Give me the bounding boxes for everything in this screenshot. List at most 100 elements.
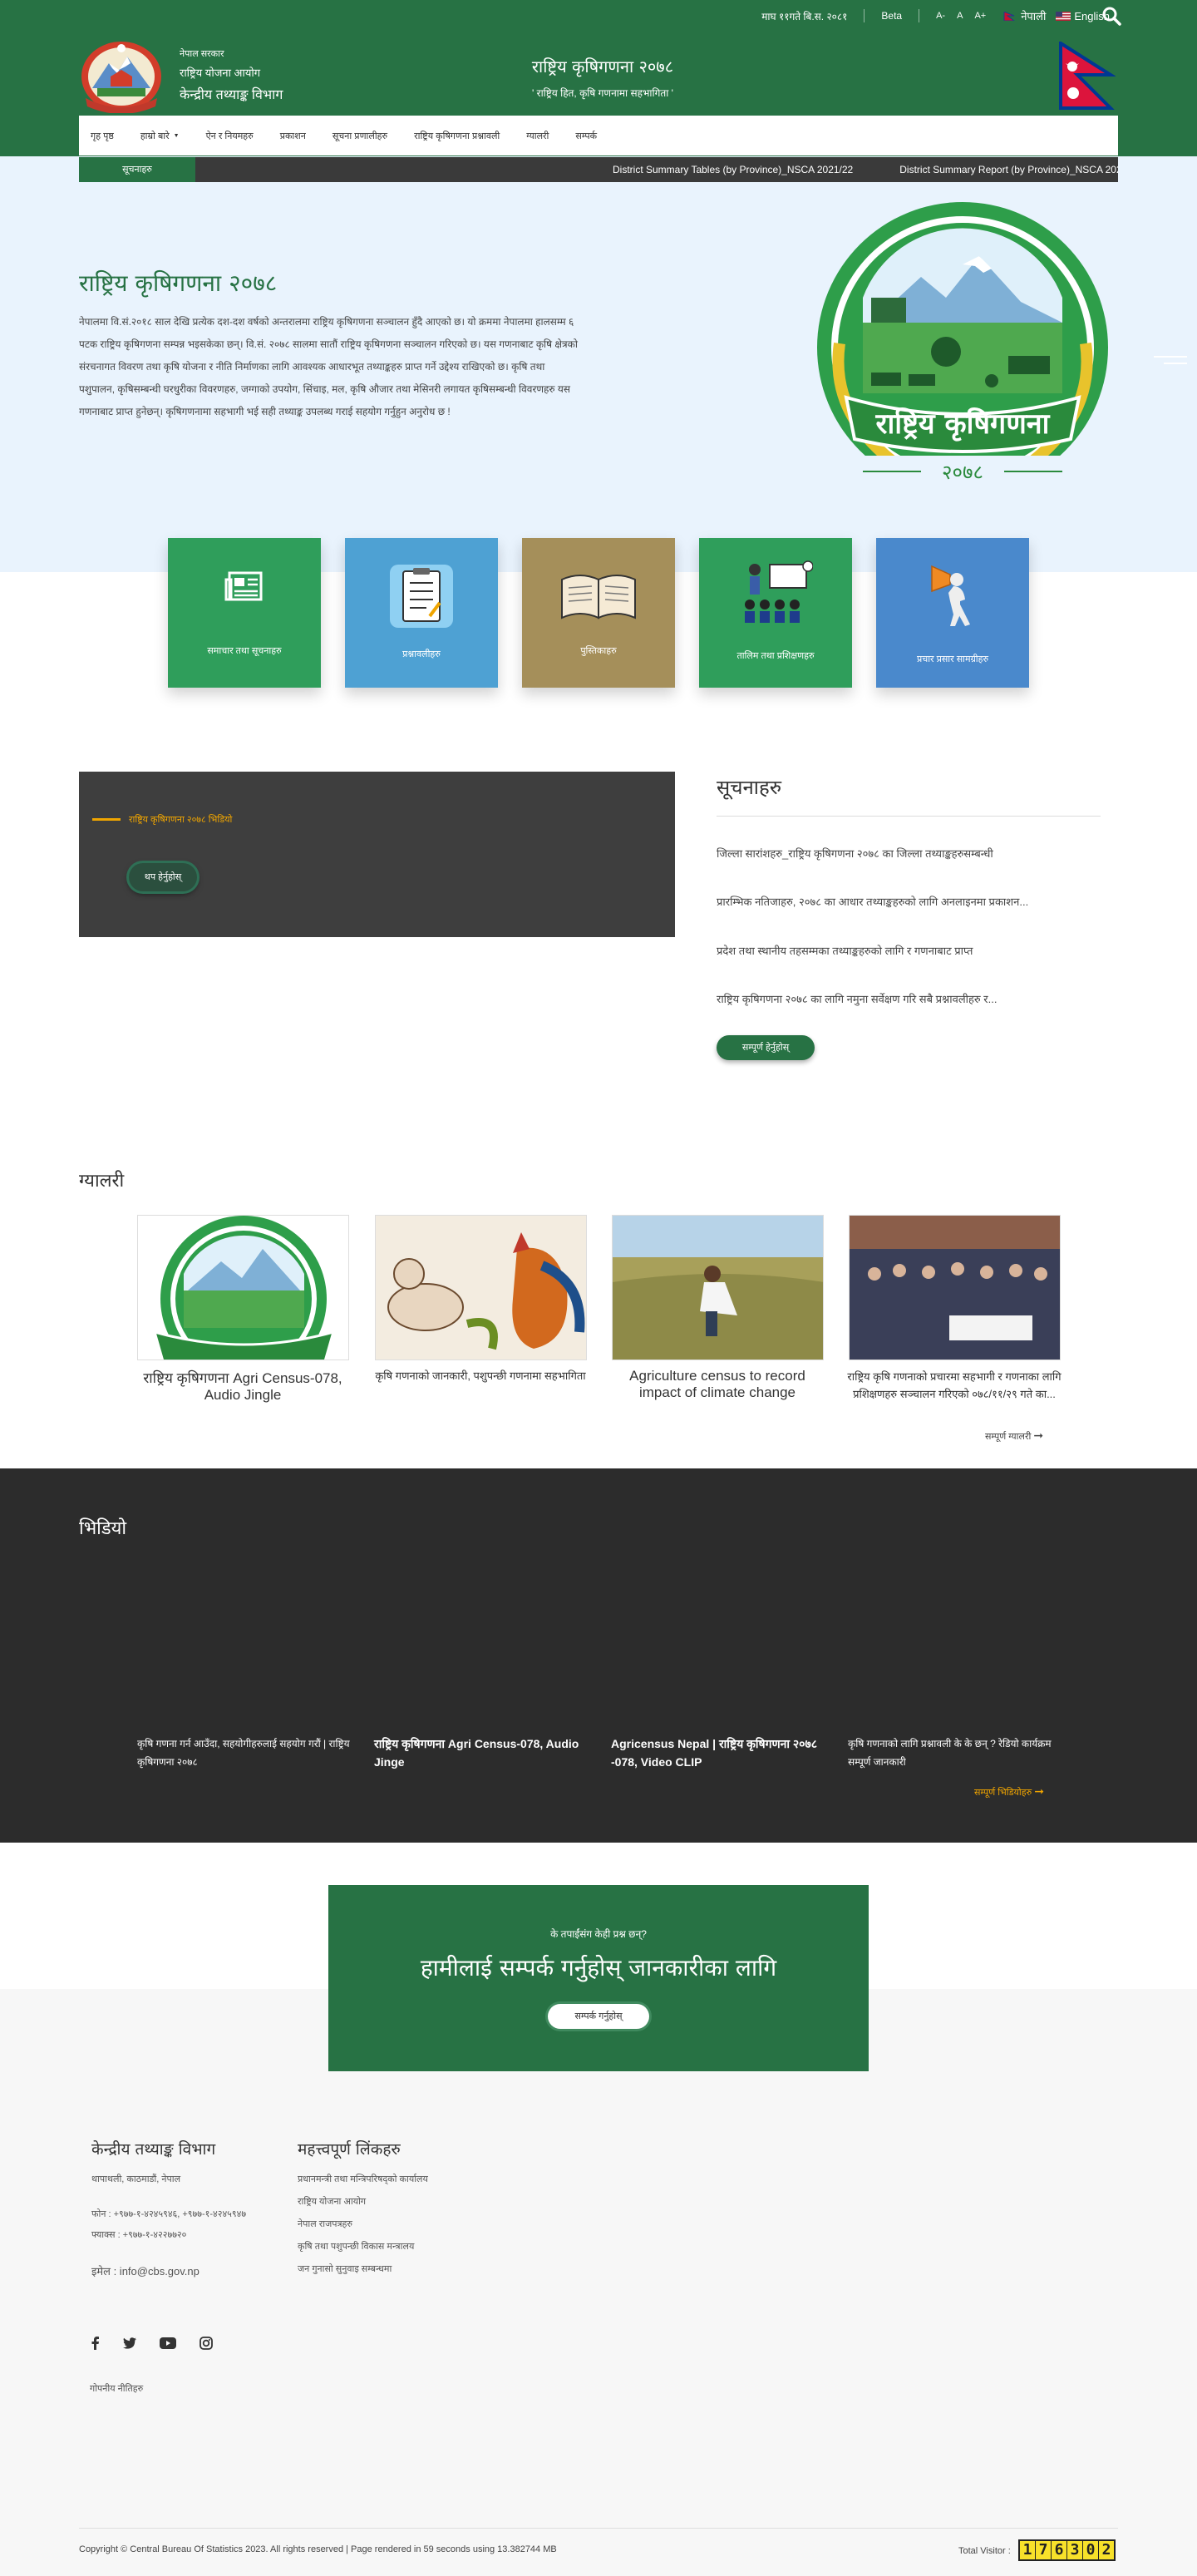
lang-nepali-button[interactable]: नेपाली bbox=[1002, 8, 1046, 23]
footer-links-title: महत्त्वपूर्ण लिंकहरु bbox=[298, 2140, 401, 2159]
cta-question: के तपाईंसंग केही प्रश्न छन्? bbox=[550, 1928, 647, 1940]
footer-office-name: केन्द्रीय तथ्याङ्क विभाग bbox=[91, 2140, 216, 2159]
footer-link[interactable]: कृषि तथा पशुपन्छी विकास मन्त्रालय bbox=[298, 2240, 414, 2253]
footer-link[interactable]: प्रधानमन्त्री तथा मन्त्रिपरिषद्को कार्या… bbox=[298, 2173, 428, 2185]
us-flag-icon bbox=[1056, 11, 1071, 21]
gallery-thumb[interactable] bbox=[375, 1215, 587, 1360]
ticker-items: District Summary Tables (by Province)_NS… bbox=[613, 157, 1118, 182]
card-questionnaires[interactable]: प्रश्नावलीहरु bbox=[345, 538, 498, 688]
video-caption: राष्ट्रिय कृषिगणना २०७८ भिडियो bbox=[129, 815, 233, 825]
gallery-thumb[interactable] bbox=[612, 1215, 824, 1360]
twitter-icon[interactable] bbox=[123, 2337, 136, 2349]
all-gallery-link[interactable]: सम्पूर्ण ग्यालरी ➞ bbox=[985, 1429, 1043, 1443]
hero-paragraph: नेपालमा वि.सं.२०१८ साल देखि प्रत्येक दश-… bbox=[79, 316, 578, 417]
beta-link[interactable]: Beta bbox=[881, 10, 902, 22]
nav-item-info-systems[interactable]: सूचना प्रणालीहरु bbox=[332, 130, 387, 142]
main-navigation: गृह पृष्ठ हाम्रो बारे ▼ ऐन र नियमहरु प्रक… bbox=[79, 116, 1118, 155]
featured-video-panel: राष्ट्रिय कृषिगणना २०७८ भिडियो थप हेर्नु… bbox=[79, 772, 675, 937]
all-notices-button[interactable]: सम्पूर्ण हेर्नुहोस् bbox=[717, 1035, 815, 1060]
nav-item-questionnaire[interactable]: राष्ट्रिय कृषिगणना प्रश्नावली bbox=[414, 130, 500, 142]
menu-lines-icon[interactable] bbox=[1154, 353, 1187, 370]
font-decrease-button[interactable]: A- bbox=[936, 11, 945, 21]
social-links bbox=[90, 2337, 213, 2350]
card-promotion[interactable]: प्रचार प्रसार सामग्रीहरु bbox=[876, 538, 1029, 688]
view-more-button[interactable]: थप हेर्नुहोस् bbox=[129, 863, 197, 891]
nav-item-about-label: हाम्रो बारे bbox=[140, 131, 170, 141]
top-utility-bar: माघ ११गते बि.स. २०८१ Beta A- A A+ नेपाली… bbox=[761, 7, 1110, 25]
gallery-caption[interactable]: Agriculture census to record impact of c… bbox=[609, 1368, 825, 1401]
search-icon[interactable] bbox=[1101, 5, 1122, 27]
hero-title: राष्ट्रिय कृषिगणना २०७८ bbox=[79, 269, 278, 297]
font-increase-button[interactable]: A+ bbox=[974, 11, 986, 21]
livestock-illustration-image bbox=[376, 1216, 586, 1360]
site-slogan: ' राष्ट्रिय हित, कृषि गणनामा सहभागिता ' bbox=[532, 87, 673, 99]
notice-link[interactable]: राष्ट्रिय कृषिगणना २०७८ का लागि नमुना सर… bbox=[717, 991, 997, 1006]
nav-item-acts[interactable]: ऐन र नियमहरु bbox=[206, 130, 254, 142]
card-label: प्रचार प्रसार सामग्रीहरु bbox=[916, 654, 989, 664]
notices-title: सूचनाहरु bbox=[717, 776, 782, 799]
counter-digit: 0 bbox=[1083, 2541, 1098, 2559]
videos-title: भिडियो bbox=[79, 1518, 127, 1539]
contact-button[interactable]: सम्पर्क गर्नुहोस् bbox=[548, 2004, 649, 2029]
newspaper-icon bbox=[224, 571, 263, 601]
card-label: तालिम तथा प्रशिक्षणहरु bbox=[736, 651, 815, 661]
gallery-thumb[interactable] bbox=[849, 1215, 1061, 1360]
footer-fax: फ्याक्स : +९७७-१-४२२७७२० bbox=[91, 2230, 187, 2240]
card-news[interactable]: समाचार तथा सूचनाहरु bbox=[168, 538, 321, 688]
government-title-block: नेपाल सरकार राष्ट्रिय योजना आयोग केन्द्र… bbox=[180, 47, 283, 103]
all-videos-link[interactable]: सम्पूर्ण भिडियोहरु ➞ bbox=[974, 1784, 1044, 1799]
gallery-title: ग्यालरी bbox=[79, 1171, 125, 1192]
video-link[interactable]: Agricensus Nepal | राष्ट्रिय कृषिगणना २०… bbox=[611, 1735, 825, 1771]
youtube-icon[interactable] bbox=[160, 2337, 176, 2349]
arrow-right-icon: ➞ bbox=[1034, 1784, 1044, 1798]
news-ticker: सूचनाहरु District Summary Tables (by Pro… bbox=[79, 157, 1118, 182]
nav-item-gallery[interactable]: ग्यालरी bbox=[526, 130, 549, 142]
card-booklets[interactable]: पुस्तिकाहरु bbox=[522, 538, 675, 688]
footer-email[interactable]: इमेल : info@cbs.gov.np bbox=[91, 2263, 200, 2278]
counter-digit: 7 bbox=[1036, 2541, 1051, 2559]
video-link[interactable]: कृषि गणना गर्न आउँदा, सहयोगीहरुलाई सहयोग… bbox=[137, 1735, 352, 1771]
ticker-link[interactable]: District Summary Tables (by Province)_NS… bbox=[613, 157, 853, 182]
card-training[interactable]: तालिम तथा प्रशिक्षणहरु bbox=[699, 538, 852, 688]
commission-name: राष्ट्रिय योजना आयोग bbox=[180, 67, 261, 79]
ticker-label: सूचनाहरु bbox=[79, 157, 195, 182]
nav-item-contact[interactable]: सम्पर्क bbox=[575, 130, 597, 142]
gallery-thumb[interactable] bbox=[137, 1215, 349, 1360]
logo-text: राष्ट्रिय कृषिगणना bbox=[875, 407, 1051, 442]
notice-link[interactable]: जिल्ला सारांशहरु_राष्ट्रिय कृषिगणना २०७८… bbox=[717, 846, 993, 861]
visitor-counter: 1 7 6 3 0 2 bbox=[1018, 2539, 1116, 2561]
video-link[interactable]: राष्ट्रिय कृषिगणना Agri Census-078, Audi… bbox=[374, 1735, 589, 1771]
instagram-icon[interactable] bbox=[200, 2337, 213, 2350]
megaphone-icon bbox=[931, 565, 970, 626]
nav-item-about[interactable]: हाम्रो बारे ▼ bbox=[140, 130, 180, 142]
nav-item-publications[interactable]: प्रकाशन bbox=[280, 130, 306, 142]
training-icon bbox=[745, 560, 813, 623]
footer-phone: फोन : +९७७-१-४२४५९४६, +९७७-१-४२४५९४७ bbox=[91, 2209, 247, 2219]
nav-item-home[interactable]: गृह पृष्ठ bbox=[91, 130, 114, 142]
notice-link[interactable]: प्रदेश तथा स्थानीय तहसम्मका तथ्याङ्कहरुक… bbox=[717, 943, 973, 958]
government-emblem-logo[interactable] bbox=[79, 40, 164, 113]
font-size-controls: A- A A+ bbox=[936, 11, 986, 21]
facebook-icon[interactable] bbox=[90, 2337, 100, 2350]
visitor-count-label: Total Visitor : bbox=[958, 2546, 1011, 2556]
font-reset-button[interactable]: A bbox=[957, 11, 963, 21]
book-icon bbox=[561, 575, 636, 619]
gallery-caption[interactable]: राष्ट्रिय कृषिगणना Agri Census-078, Audi… bbox=[135, 1368, 351, 1404]
copyright-text: Copyright © Central Bureau Of Statistics… bbox=[79, 2544, 557, 2554]
footer-link[interactable]: जन गुनासो सुनुवाइ सम्बन्धमा bbox=[298, 2263, 392, 2275]
arrow-right-icon: ➞ bbox=[1033, 1429, 1044, 1442]
notice-link[interactable]: प्रारम्भिक नतिजाहरु, २०७८ का आधार तथ्याङ… bbox=[717, 894, 1028, 909]
video-link[interactable]: कृषि गणनाको लागि प्रश्नावली के के छन् ? … bbox=[848, 1735, 1062, 1771]
privacy-link[interactable]: गोपनीय नीतिहरु bbox=[90, 2382, 143, 2395]
footer-link[interactable]: नेपाल राजपत्रहरु bbox=[298, 2218, 352, 2230]
govt-name: नेपाल सरकार bbox=[180, 49, 224, 59]
nepal-flag-icon bbox=[1003, 12, 1016, 21]
ticker-link[interactable]: District Summary Report (by Province)_NS… bbox=[899, 157, 1118, 182]
gallery-caption[interactable]: राष्ट्रिय कृषि गणनाको प्रचारमा सहभागी र … bbox=[846, 1368, 1062, 1403]
farmer-field-photo bbox=[613, 1216, 823, 1360]
divider bbox=[717, 816, 1101, 817]
footer-link[interactable]: राष्ट्रिय योजना आयोग bbox=[298, 2195, 366, 2208]
gallery-caption[interactable]: कृषि गणनाको जानकारी, पशुपन्छी गणनामा सहभ… bbox=[372, 1368, 589, 1383]
counter-digit: 6 bbox=[1052, 2541, 1066, 2559]
card-label: समाचार तथा सूचनाहरु bbox=[207, 646, 282, 656]
